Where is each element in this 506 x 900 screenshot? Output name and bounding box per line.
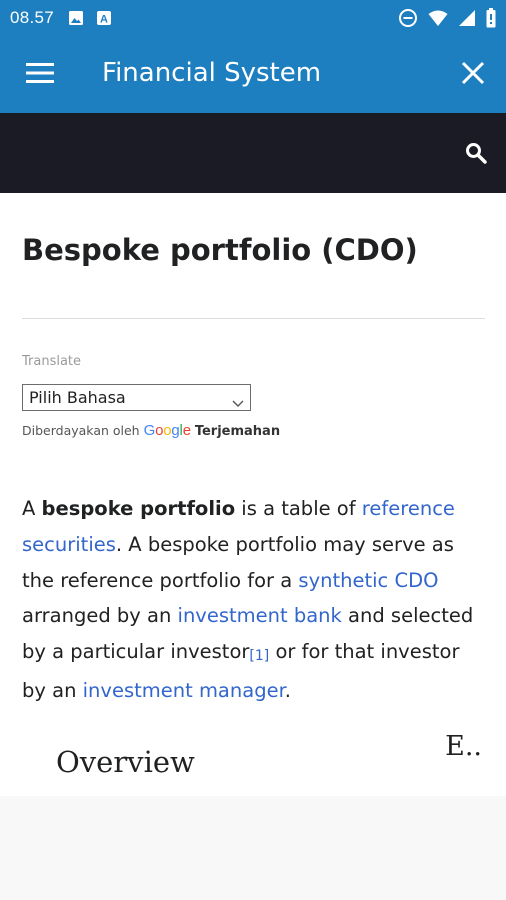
translate-link[interactable]: Terjemahan: [195, 424, 280, 439]
google-logo: Google: [143, 422, 191, 439]
section-edit-truncated[interactable]: E..: [445, 731, 482, 762]
image-icon: [68, 10, 84, 26]
google-translate-attribution: Diberdayakan oleh Google Terjemahan: [22, 422, 280, 439]
article-paragraph: A bespoke portfolio is a table of refere…: [22, 497, 474, 702]
translate-label: Translate: [22, 354, 82, 369]
chevron-down-icon: [232, 393, 244, 407]
search-icon[interactable]: [464, 141, 488, 165]
status-bar: 08.57 A: [0, 0, 506, 36]
battery-icon: [486, 8, 496, 28]
language-select-value: Pilih Bahasa: [29, 388, 126, 407]
powered-by-text: Diberdayakan oleh: [22, 423, 140, 438]
bottom-blank-area: [0, 796, 506, 900]
article-content: Bespoke portfolio (CDO) Translate Pilih …: [0, 193, 506, 796]
link-investment-manager[interactable]: investment manager: [83, 679, 285, 702]
search-bar: [0, 113, 506, 193]
status-time: 08.57: [10, 8, 55, 27]
wifi-icon: [428, 9, 448, 27]
close-icon[interactable]: [460, 60, 486, 86]
hamburger-menu-icon[interactable]: [26, 62, 54, 84]
a-notification-icon: A: [96, 10, 112, 26]
app-bar: Financial System: [0, 36, 506, 113]
app-title: Financial System: [102, 58, 322, 88]
bold-term: bespoke portfolio: [41, 497, 236, 520]
do-not-disturb-icon: [398, 8, 418, 28]
link-investment-bank[interactable]: investment bank: [178, 604, 342, 627]
footnote-ref-1[interactable]: [1]: [249, 640, 269, 664]
title-divider: [22, 318, 485, 319]
language-select[interactable]: Pilih Bahasa: [22, 384, 251, 411]
section-heading-overview: Overview: [56, 745, 195, 779]
page-title: Bespoke portfolio (CDO): [22, 233, 418, 267]
svg-text:A: A: [100, 14, 108, 26]
link-synthetic-cdo[interactable]: synthetic CDO: [298, 569, 438, 592]
signal-icon: [458, 9, 476, 27]
